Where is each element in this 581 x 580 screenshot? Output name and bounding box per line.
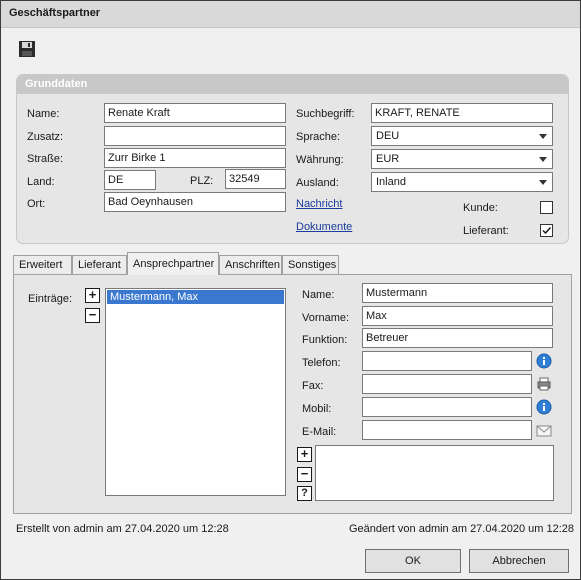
- email-input[interactable]: [362, 420, 532, 440]
- zusatz-input[interactable]: [104, 126, 286, 146]
- funktion-label: Funktion:: [302, 334, 348, 346]
- chevron-down-icon: [539, 134, 547, 139]
- contact-name-label: Name:: [302, 289, 335, 301]
- tab-ansprechpartner[interactable]: Ansprechpartner: [127, 252, 219, 275]
- waehrung-select[interactable]: EUR: [371, 149, 553, 169]
- fax-label: Fax:: [302, 380, 324, 392]
- strasse-label: Straße:: [27, 153, 64, 165]
- nachricht-link[interactable]: Nachricht: [296, 198, 342, 210]
- email-label: E-Mail:: [302, 426, 337, 438]
- lieferant-checkbox[interactable]: [540, 224, 553, 237]
- changed-info: Geändert von admin am 27.04.2020 um 12:2…: [349, 523, 575, 535]
- remove-note-button[interactable]: −: [297, 467, 312, 482]
- vorname-label: Vorname:: [302, 312, 350, 324]
- add-entry-button[interactable]: +: [85, 288, 100, 303]
- tab-sonstiges[interactable]: Sonstiges: [282, 255, 339, 275]
- notes-memo[interactable]: [315, 445, 554, 501]
- lieferant-label: Lieferant:: [463, 225, 509, 237]
- plz-input[interactable]: 32549: [225, 169, 286, 189]
- ort-label: Ort:: [27, 198, 46, 210]
- telefon-label: Telefon:: [302, 357, 341, 369]
- entries-list[interactable]: Mustermann, Max: [105, 288, 286, 496]
- dokumente-link[interactable]: Dokumente: [296, 221, 352, 233]
- created-info: Erstellt von admin am 27.04.2020 um 12:2…: [16, 523, 229, 535]
- mobil-input[interactable]: [362, 397, 532, 417]
- sprache-label: Sprache:: [296, 131, 341, 143]
- contact-name-input[interactable]: Mustermann: [362, 283, 553, 303]
- suchbegriff-input[interactable]: KRAFT, RENATE: [371, 103, 553, 123]
- plz-label: PLZ:: [190, 175, 214, 187]
- grunddaten-header: Grunddaten: [17, 75, 568, 94]
- tab-lieferant[interactable]: Lieferant: [72, 255, 127, 275]
- list-item[interactable]: Mustermann, Max: [107, 290, 284, 304]
- zusatz-label: Zusatz:: [27, 131, 64, 143]
- vorname-input[interactable]: Max: [362, 306, 553, 326]
- tab-anschriften[interactable]: Anschriften: [219, 255, 282, 275]
- checkmark-icon: [542, 226, 552, 235]
- sprache-value: DEU: [376, 130, 400, 142]
- suchbegriff-label: Suchbegriff:: [296, 108, 355, 120]
- name-input[interactable]: Renate Kraft: [104, 103, 286, 123]
- window-title: Geschäftspartner: [9, 7, 101, 19]
- waehrung-label: Währung:: [296, 154, 344, 166]
- land-input[interactable]: DE: [104, 170, 156, 190]
- name-label: Name:: [27, 108, 60, 120]
- kunde-label: Kunde:: [463, 202, 498, 214]
- floppy-disk-icon: [19, 41, 35, 57]
- eintraege-label: Einträge:: [28, 293, 73, 305]
- business-partner-window: Geschäftspartner Grunddaten Name: Renate…: [0, 0, 581, 580]
- add-note-button[interactable]: +: [297, 447, 312, 462]
- ort-input[interactable]: Bad Oeynhausen: [104, 192, 286, 212]
- envelope-icon[interactable]: [536, 422, 552, 438]
- funktion-input[interactable]: Betreuer: [362, 328, 553, 348]
- ok-button[interactable]: OK: [365, 549, 461, 573]
- info-mobile-icon[interactable]: [536, 399, 552, 415]
- fax-input[interactable]: [362, 374, 532, 394]
- cancel-button[interactable]: Abbrechen: [469, 549, 569, 573]
- kunde-checkbox[interactable]: [540, 201, 553, 214]
- waehrung-value: EUR: [376, 153, 400, 165]
- save-button[interactable]: [18, 40, 38, 60]
- sprache-select[interactable]: DEU: [371, 126, 553, 146]
- info-phone-icon[interactable]: [536, 353, 552, 369]
- chevron-down-icon: [539, 180, 547, 185]
- chevron-down-icon: [539, 157, 547, 162]
- ausland-value: Inland: [376, 176, 406, 188]
- mobil-label: Mobil:: [302, 403, 332, 415]
- land-label: Land:: [27, 176, 55, 188]
- ausland-select[interactable]: Inland: [371, 172, 553, 192]
- telefon-input[interactable]: [362, 351, 532, 371]
- printer-icon[interactable]: [536, 376, 552, 392]
- ausland-label: Ausland:: [296, 177, 339, 189]
- strasse-input[interactable]: Zurr Birke 1: [104, 148, 286, 168]
- help-button[interactable]: ?: [297, 486, 312, 501]
- tab-erweitert[interactable]: Erweitert: [13, 255, 72, 275]
- grunddaten-title: Grunddaten: [25, 78, 88, 90]
- remove-entry-button[interactable]: −: [85, 308, 100, 323]
- title-bar: Geschäftspartner: [1, 1, 580, 28]
